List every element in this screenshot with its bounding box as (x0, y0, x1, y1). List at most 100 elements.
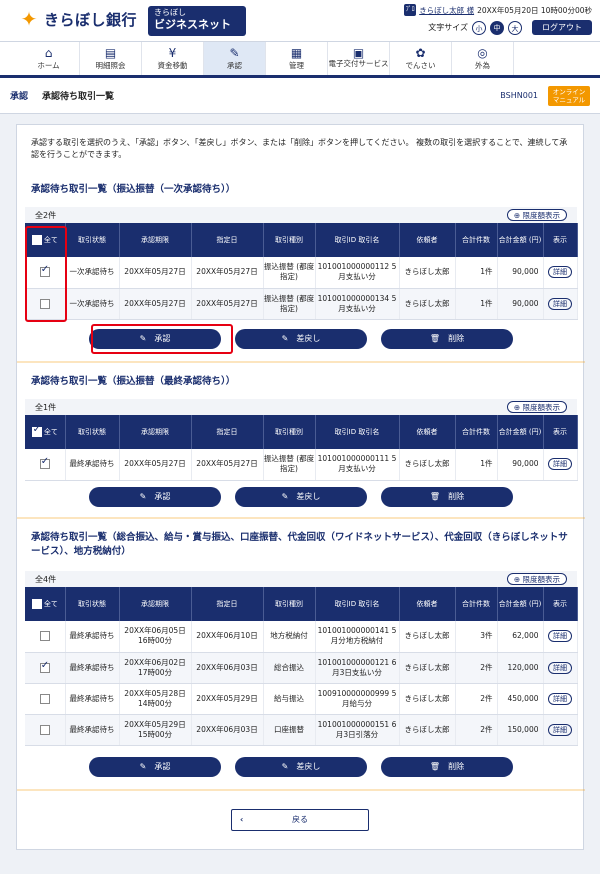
action-buttons: ✎ 承認 ✎ 差戻し 🗑 削除 (17, 329, 585, 349)
approve-button[interactable]: ✎ 承認 (89, 757, 221, 777)
requester-cell: きらぼし太郎 (399, 652, 456, 684)
section-title-bulk: 承認待ち取引一覧（総合振込、給与・賞与振込、口座振替、代金回収（ワイドネットサー… (31, 532, 568, 557)
type-cell: 振込振替 (都度指定) (263, 449, 316, 481)
date-cell: 20XX年06月03日 (191, 652, 264, 684)
row-checkbox[interactable] (39, 631, 50, 642)
user-name-link[interactable]: きらぼし太郎 様 (419, 5, 474, 16)
row-checkbox[interactable] (39, 298, 50, 309)
nav-transfer[interactable]: ¥ 資金移動 (142, 42, 204, 75)
approve-icon: ✎ (229, 46, 240, 60)
status-cell: 最終承認待ち (65, 621, 120, 653)
nav-densai[interactable]: ✿ でんさい (390, 42, 452, 75)
logout-button[interactable]: ログアウト (532, 20, 592, 35)
row-select-cell[interactable] (25, 449, 66, 481)
row-select-cell[interactable] (25, 257, 66, 289)
col-display: 表示 (543, 587, 578, 621)
col-amount: 合計金額 (円) (497, 223, 544, 257)
amount-cell: 150,000 (497, 714, 544, 746)
detail-button[interactable]: 詳細 (548, 692, 572, 705)
nav-statements[interactable]: ▤ 明細照会 (80, 42, 142, 75)
col-deadline: 承認期限 (119, 415, 192, 449)
table-toolbar: 全1件 ⊕ 限度額表示 (25, 399, 577, 415)
amount-cell: 90,000 (497, 257, 544, 289)
detail-button[interactable]: 詳細 (548, 266, 572, 279)
requester-cell: きらぼし太郎 (399, 288, 456, 320)
requester-cell: きらぼし太郎 (399, 257, 456, 289)
approve-button[interactable]: ✎ 承認 (89, 487, 221, 507)
return-button[interactable]: ✎ 差戻し (235, 329, 367, 349)
col-amount: 合計金額 (円) (497, 415, 544, 449)
font-size-control: 文字サイズ 小 中 大 ログアウト (428, 20, 592, 35)
font-medium-button[interactable]: 中 (490, 20, 504, 35)
col-id: 取引ID 取引名 (315, 587, 400, 621)
row-checkbox[interactable] (39, 693, 50, 704)
col-date: 指定日 (191, 587, 264, 621)
amount-cell: 120,000 (497, 652, 544, 684)
approve-label: 承認 (154, 762, 171, 771)
status-cell: 最終承認待ち (65, 449, 120, 481)
login-datetime: 20XX年05月20日 10時00分00秒 (477, 5, 592, 15)
detail-button[interactable]: 詳細 (548, 630, 572, 643)
col-count: 合計件数 (455, 587, 498, 621)
nav-manage[interactable]: ▦ 管理 (266, 42, 328, 75)
detail-button[interactable]: 詳細 (548, 297, 572, 310)
col-status: 取引状態 (65, 223, 120, 257)
count-cell: 2件 (455, 714, 498, 746)
select-all-header[interactable]: 全て (25, 587, 66, 621)
row-select-cell[interactable] (25, 652, 66, 684)
date-cell: 20XX年06月10日 (191, 621, 264, 653)
nav-approval[interactable]: ✎ 承認 (204, 42, 266, 75)
back-button[interactable]: ‹ 戻る (231, 809, 369, 831)
select-all-header[interactable]: 全て (25, 223, 66, 257)
type-cell: 振込振替 (都度指定) (263, 257, 316, 289)
row-checkbox[interactable] (39, 724, 50, 735)
return-label: 差戻し (296, 492, 321, 501)
online-manual-button[interactable]: オンライン マニュアル (548, 85, 590, 106)
row-checkbox[interactable] (39, 457, 50, 470)
date-cell: 20XX年05月27日 (191, 257, 264, 289)
limit-display-button[interactable]: ⊕ 限度額表示 (506, 401, 567, 413)
nav-e-delivery[interactable]: ▣ 電子交付サービス (328, 42, 390, 75)
select-all-checkbox[interactable] (31, 425, 42, 437)
row-select-cell[interactable] (25, 288, 66, 320)
row-select-cell[interactable] (25, 714, 66, 746)
trash-icon: 🗑 (429, 492, 441, 501)
select-all-checkbox[interactable] (31, 235, 42, 245)
delete-button[interactable]: 🗑 削除 (381, 487, 513, 507)
nav-forex[interactable]: ◎ 外為 (452, 42, 514, 75)
bank-logo[interactable]: ✦ きらぼし銀行 (18, 8, 137, 30)
detail-button[interactable]: 詳細 (548, 661, 572, 674)
detail-button[interactable]: 詳細 (548, 723, 572, 736)
limit-display-button[interactable]: ⊕ 限度額表示 (506, 573, 567, 585)
row-select-cell[interactable] (25, 683, 66, 715)
limit-label: 限度額表示 (522, 403, 561, 412)
return-button[interactable]: ✎ 差戻し (235, 757, 367, 777)
font-large-button[interactable]: 大 (508, 20, 522, 35)
row-checkbox[interactable] (39, 265, 50, 278)
delete-button[interactable]: 🗑 削除 (381, 329, 513, 349)
manage-icon: ▦ (290, 46, 303, 60)
detail-cell: 詳細 (543, 652, 578, 684)
return-button[interactable]: ✎ 差戻し (235, 487, 367, 507)
table-toolbar: 全4件 ⊕ 限度額表示 (25, 571, 577, 587)
font-small-button[interactable]: 小 (472, 20, 486, 35)
delete-button[interactable]: 🗑 削除 (381, 757, 513, 777)
densai-icon: ✿ (415, 46, 426, 60)
col-deadline: 承認期限 (119, 587, 192, 621)
deadline-cell: 20XX年05月29日 15時00分 (119, 714, 192, 746)
col-status: 取引状態 (65, 415, 120, 449)
date-cell: 20XX年05月27日 (191, 449, 264, 481)
limit-display-button[interactable]: ⊕ 限度額表示 (506, 209, 567, 221)
row-select-cell[interactable] (25, 621, 66, 653)
approve-button[interactable]: ✎ 承認 (89, 329, 221, 349)
service-badge: きらぼし ビジネスネット (148, 6, 246, 36)
row-checkbox[interactable] (39, 661, 50, 673)
nav-home[interactable]: ⌂ ホーム (18, 42, 80, 75)
date-cell: 20XX年05月27日 (191, 288, 264, 320)
delete-label: 削除 (448, 334, 465, 343)
id-cell: 101001000000134 5月支払い分 (315, 288, 400, 320)
select-all-header[interactable]: 全て (25, 415, 66, 449)
detail-button[interactable]: 詳細 (548, 458, 572, 471)
trash-icon: 🗑 (429, 334, 441, 343)
select-all-checkbox[interactable] (31, 599, 42, 609)
